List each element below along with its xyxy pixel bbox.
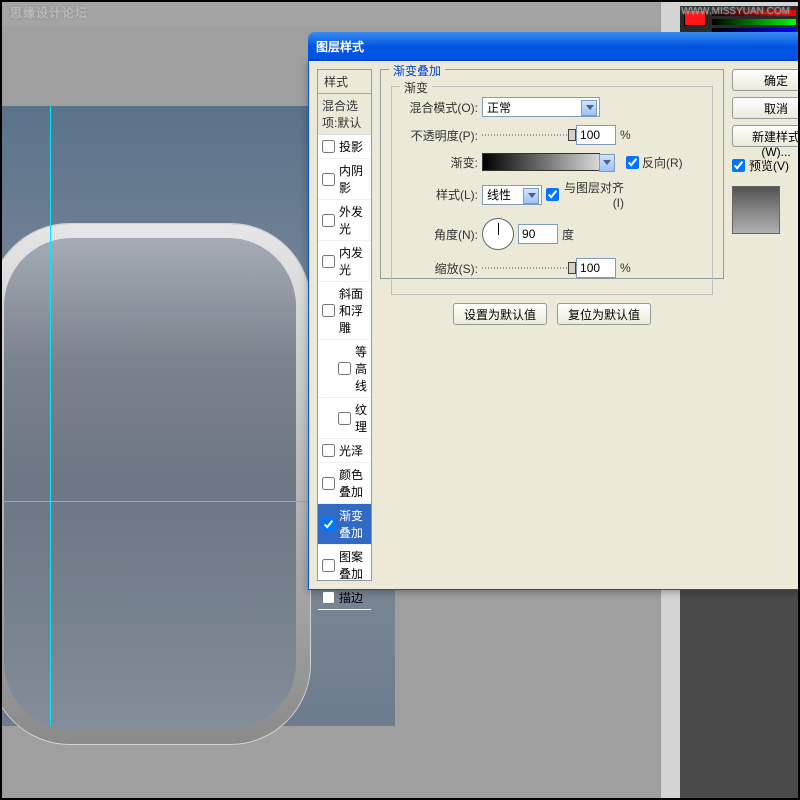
scale-input[interactable] [576, 258, 616, 278]
opacity-label: 不透明度(P): [400, 127, 478, 144]
group-legend: 渐变叠加 [389, 62, 445, 79]
style-check-11[interactable] [322, 591, 335, 604]
style-label-11: 描边 [339, 589, 363, 606]
style-label-3: 内发光 [339, 244, 367, 278]
style-item-1[interactable]: 内阴影 [318, 159, 371, 200]
gradient-preview[interactable] [482, 153, 600, 171]
style-label-2: 外发光 [339, 203, 367, 237]
align-check-input[interactable] [546, 188, 559, 201]
style-label-9: 渐变叠加 [339, 507, 367, 541]
styles-header[interactable]: 样式 [318, 70, 371, 94]
style-item-0[interactable]: 投影 [318, 135, 371, 159]
ok-button[interactable]: 确定 [732, 69, 800, 91]
style-label-0: 投影 [339, 138, 363, 155]
preview-swatch [732, 186, 780, 234]
style-check-2[interactable] [322, 214, 335, 227]
style-item-6[interactable]: 纹理 [318, 398, 371, 439]
guide-vertical [50, 106, 51, 726]
angle-suffix: 度 [562, 226, 574, 243]
style-label-4: 斜面和浮雕 [339, 285, 367, 336]
style-check-7[interactable] [322, 444, 335, 457]
opacity-input[interactable] [576, 125, 616, 145]
inner-legend: 渐变 [400, 79, 432, 96]
style-item-8[interactable]: 颜色叠加 [318, 463, 371, 504]
blend-options-default[interactable]: 混合选项:默认 [318, 94, 371, 135]
style-item-3[interactable]: 内发光 [318, 241, 371, 282]
style-label-6: 纹理 [355, 401, 367, 435]
reverse-checkbox[interactable]: 反向(R) [626, 154, 704, 171]
style-check-6[interactable] [338, 412, 351, 425]
angle-dial[interactable] [482, 218, 514, 250]
style-label: 样式(L): [400, 186, 478, 203]
style-check-8[interactable] [322, 477, 335, 490]
scale-suffix: % [620, 261, 631, 275]
style-label-5: 等高线 [355, 343, 367, 394]
style-label-10: 图案叠加 [339, 548, 367, 582]
watermark-text-right: WWW.MISSYUAN.COM [681, 6, 790, 17]
blend-mode-label: 混合模式(O): [400, 99, 478, 116]
new-style-button[interactable]: 新建样式(W)... [732, 125, 800, 147]
style-item-11[interactable]: 描边 [318, 586, 371, 610]
set-default-button[interactable]: 设置为默认值 [453, 303, 547, 325]
style-item-9[interactable]: 渐变叠加 [318, 504, 371, 545]
style-item-4[interactable]: 斜面和浮雕 [318, 282, 371, 340]
preview-checkbox[interactable]: 预览(V) [732, 157, 800, 174]
angle-input[interactable] [518, 224, 558, 244]
reset-default-button[interactable]: 复位为默认值 [557, 303, 651, 325]
style-select[interactable]: 线性 [482, 185, 542, 205]
style-check-9[interactable] [322, 518, 335, 531]
style-check-5[interactable] [338, 362, 351, 375]
styles-list-box: 样式 混合选项:默认 投影内阴影外发光内发光斜面和浮雕等高线纹理光泽颜色叠加渐变… [317, 69, 372, 581]
gradient-label: 渐变: [400, 154, 478, 171]
style-check-3[interactable] [322, 255, 335, 268]
opacity-slider[interactable] [482, 134, 572, 136]
cancel-button[interactable]: 取消 [732, 97, 800, 119]
style-check-10[interactable] [322, 559, 335, 572]
style-check-0[interactable] [322, 140, 335, 153]
preview-check-input[interactable] [732, 159, 745, 172]
style-label-7: 光泽 [339, 442, 363, 459]
style-label-8: 颜色叠加 [339, 466, 367, 500]
style-item-10[interactable]: 图案叠加 [318, 545, 371, 586]
gradient-overlay-group: 渐变叠加 渐变 混合模式(O): 正常 不透明度(P): % [380, 69, 724, 279]
dialog-title: 图层样式 [316, 38, 364, 55]
gradient-inner-group: 渐变 混合模式(O): 正常 不透明度(P): % 渐变 [391, 86, 713, 295]
angle-label: 角度(N): [400, 226, 478, 243]
style-item-2[interactable]: 外发光 [318, 200, 371, 241]
scale-slider[interactable] [482, 267, 572, 269]
style-item-7[interactable]: 光泽 [318, 439, 371, 463]
style-label-1: 内阴影 [339, 162, 367, 196]
style-check-4[interactable] [322, 304, 335, 317]
style-check-1[interactable] [322, 173, 335, 186]
scale-label: 缩放(S): [400, 260, 478, 277]
blend-mode-select[interactable]: 正常 [482, 97, 600, 117]
dialog-titlebar[interactable]: 图层样式 [308, 32, 800, 61]
style-item-5[interactable]: 等高线 [318, 340, 371, 398]
watermark-text-left: 思缘设计论坛 [10, 4, 88, 21]
align-checkbox[interactable]: 与图层对齐(I) [546, 179, 624, 210]
opacity-suffix: % [620, 128, 631, 142]
layer-style-dialog: 图层样式 样式 混合选项:默认 投影内阴影外发光内发光斜面和浮雕等高线纹理光泽颜… [308, 60, 800, 590]
rounded-rect-shape [0, 224, 310, 744]
reverse-check-input[interactable] [626, 156, 639, 169]
